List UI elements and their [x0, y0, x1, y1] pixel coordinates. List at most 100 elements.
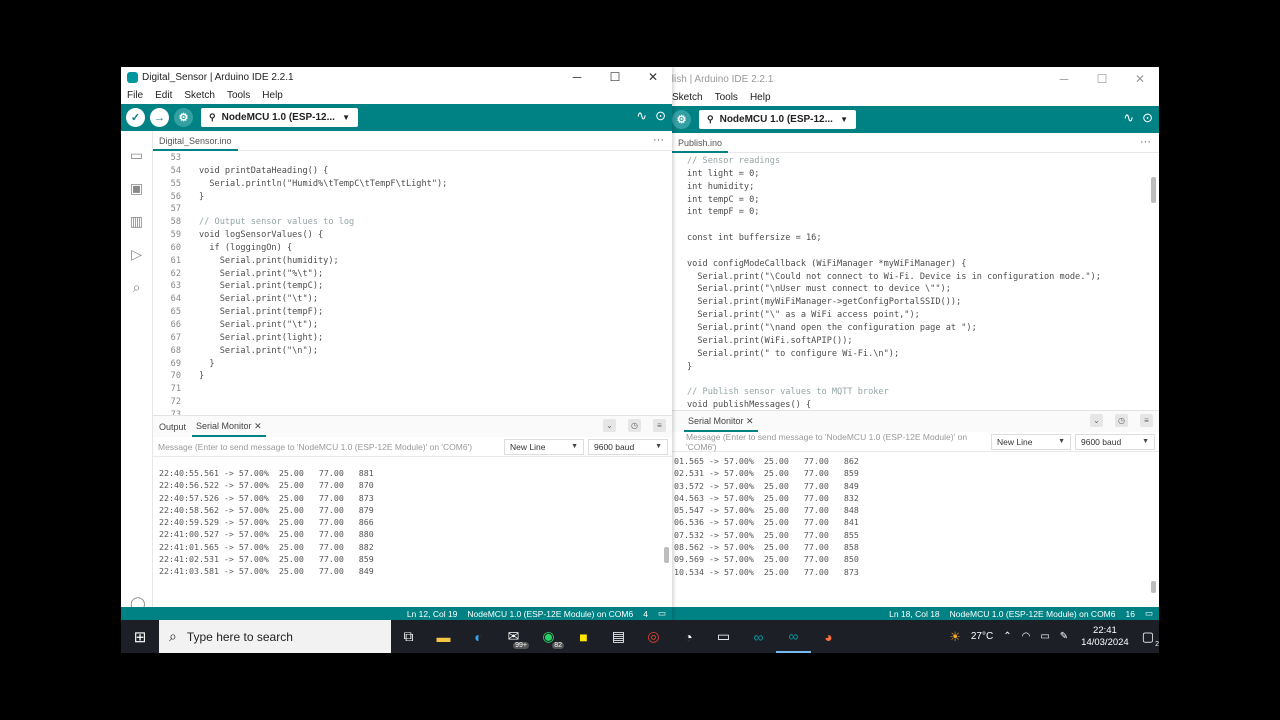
library-manager-icon[interactable]: ▥: [121, 213, 152, 230]
serial-monitor-tab[interactable]: Serial Monitor ✕: [684, 412, 758, 432]
code-line: 61 Serial.print(humidity);: [153, 255, 672, 268]
scrollbar[interactable]: [1151, 177, 1156, 203]
code-editor[interactable]: 53 54 void printDataHeading() {55 Serial.p…: [153, 151, 672, 415]
code-text: void printDataHeading() {: [199, 165, 329, 176]
board-status: NodeMCU 1.0 (ESP-12E Module) on COM6: [467, 608, 634, 619]
maximize-icon[interactable]: ☐: [1083, 69, 1121, 89]
battery-icon[interactable]: ▭: [1040, 631, 1049, 642]
usb-icon: ⚲: [209, 112, 216, 122]
debug-sidebar-icon[interactable]: ▷: [121, 246, 152, 263]
code-line: 63 Serial.print(tempC);: [153, 280, 672, 293]
line-number: 70: [170, 371, 181, 382]
panel-toggle-icon[interactable]: ▭: [658, 608, 666, 619]
minimize-icon[interactable]: ─: [1045, 69, 1083, 89]
clear-output-icon[interactable]: ≡: [1140, 414, 1153, 427]
code-line: Serial.print("\Could not connect to Wi-F…: [687, 271, 1101, 282]
output-tab[interactable]: Output: [159, 422, 186, 432]
autoscroll-icon[interactable]: ⌄: [603, 419, 616, 432]
menu-help[interactable]: Help: [262, 90, 283, 101]
weather-temp[interactable]: 27°C: [971, 631, 993, 642]
notification-icon[interactable]: ▢ 2: [1142, 629, 1159, 648]
more-icon[interactable]: ···: [653, 131, 664, 149]
code-text: Serial.print(tempF);: [199, 307, 324, 318]
close-icon[interactable]: ✕: [1121, 69, 1159, 89]
file-tab[interactable]: Digital_Sensor.ino: [153, 131, 238, 151]
timestamp-icon[interactable]: ◷: [1115, 414, 1128, 427]
line-ending-select[interactable]: New Line ▼: [504, 438, 584, 455]
more-icon[interactable]: ···: [1140, 133, 1151, 151]
baud-select[interactable]: 9600 baud ▼: [588, 438, 668, 455]
boards-manager-icon[interactable]: ▣: [121, 180, 152, 197]
terminal-icon[interactable]: ▭: [706, 620, 741, 653]
menu-tools[interactable]: Tools: [227, 90, 250, 101]
whatsapp-icon[interactable]: ◉ 82: [531, 620, 566, 653]
menu-file[interactable]: File: [127, 90, 143, 101]
code-text: Serial.print("\n");: [199, 345, 318, 356]
upload-icon[interactable]: →: [150, 108, 169, 127]
board-selector[interactable]: ⚲ NodeMCU 1.0 (ESP-12... ▼: [201, 108, 358, 127]
taskbar-search[interactable]: ⌕ Type here to search: [159, 620, 391, 653]
message-input[interactable]: Message (Enter to send message to 'NodeM…: [672, 432, 991, 452]
verify-icon[interactable]: ✓: [126, 108, 145, 127]
chrome-icon[interactable]: ◎: [636, 620, 671, 653]
scrollbar[interactable]: [664, 547, 669, 563]
line-ending-select[interactable]: New Line ▼: [991, 433, 1071, 450]
arduino-taskbar-icon[interactable]: ∞: [776, 620, 811, 653]
clock[interactable]: 22:41 14/03/2024: [1081, 625, 1129, 649]
panel-icons: ⌄ ◷ ≡: [597, 419, 666, 432]
file-tab[interactable]: Publish.ino: [672, 133, 729, 153]
serial-monitor-tab[interactable]: Serial Monitor ✕: [192, 417, 266, 437]
sticky-notes-icon[interactable]: ■: [566, 620, 601, 653]
menu-sketch[interactable]: Sketch: [672, 92, 703, 103]
board-selector[interactable]: ⚲ NodeMCU 1.0 (ESP-12... ▼: [699, 110, 856, 129]
notification-count[interactable]: 4: [643, 609, 648, 619]
chevron-up-icon[interactable]: ⌃: [1003, 631, 1011, 642]
app-icon[interactable]: ▤: [601, 620, 636, 653]
timestamp-icon[interactable]: ◷: [628, 419, 641, 432]
autoscroll-icon[interactable]: ⌄: [1090, 414, 1103, 427]
task-view-icon[interactable]: ⧉: [391, 620, 426, 653]
code-line: int tempF = 0;: [687, 207, 760, 218]
message-row: Message (Enter to send message to 'NodeM…: [153, 437, 672, 457]
panel-toggle-icon[interactable]: ▭: [1145, 608, 1153, 619]
message-input[interactable]: Message (Enter to send message to 'NodeM…: [153, 442, 504, 452]
serial-plotter-icon[interactable]: ∿: [636, 108, 647, 124]
code-editor[interactable]: // Sensor readings int light = 0; int humi…: [672, 153, 1159, 410]
file-explorer-icon[interactable]: ▬: [426, 620, 461, 653]
sidebar: ▭ ▣ ▥ ▷ ⌕ ◯: [121, 131, 153, 620]
app-icon[interactable]: ◔: [671, 620, 706, 653]
maximize-icon[interactable]: ☐: [596, 67, 634, 87]
title-bar[interactable]: Publish | Arduino IDE 2.2.1 ─ ☐ ✕: [672, 69, 1159, 89]
serial-plotter-icon[interactable]: ∿: [1123, 110, 1134, 126]
menu-edit[interactable]: Edit: [155, 90, 172, 101]
windows-start-icon[interactable]: ⊞: [121, 628, 159, 646]
pen-icon[interactable]: ✎: [1060, 631, 1068, 642]
serial-monitor-icon[interactable]: ⊙: [1142, 110, 1153, 126]
edge-icon[interactable]: ◐: [461, 620, 496, 653]
serial-line: 01.565 -> 57.00% 25.00 77.00 862: [674, 456, 859, 466]
close-tab-icon[interactable]: ✕: [254, 421, 262, 431]
menu-tools[interactable]: Tools: [715, 92, 738, 103]
code-line: // Publish sensor values to MQTT broker: [687, 387, 889, 398]
debug-icon[interactable]: ⚙: [174, 108, 193, 127]
menu-sketch[interactable]: Sketch: [184, 90, 215, 101]
baud-select[interactable]: 9600 baud ▼: [1075, 433, 1155, 450]
mail-icon[interactable]: ✉ 99+: [496, 620, 531, 653]
folder-icon[interactable]: ▭: [121, 147, 152, 164]
search-icon[interactable]: ⌕: [121, 279, 152, 296]
chevron-down-icon: ▼: [840, 115, 848, 124]
debug-icon[interactable]: ⚙: [672, 110, 691, 129]
title-bar[interactable]: Digital_Sensor | Arduino IDE 2.2.1 ─ ☐ ✕: [121, 67, 672, 87]
clear-output-icon[interactable]: ≡: [653, 419, 666, 432]
firefox-icon[interactable]: ◕: [811, 620, 846, 653]
minimize-icon[interactable]: ─: [558, 67, 596, 87]
arduino-taskbar-icon[interactable]: ∞: [741, 620, 776, 653]
notification-count[interactable]: 16: [1126, 609, 1135, 619]
scrollbar[interactable]: [1151, 581, 1156, 593]
menu-help[interactable]: Help: [750, 92, 771, 103]
close-tab-icon[interactable]: ✕: [746, 416, 754, 426]
serial-monitor-icon[interactable]: ⊙: [655, 108, 666, 124]
serial-monitor-tab-label: Serial Monitor: [196, 420, 252, 431]
wifi-icon[interactable]: ◠: [1022, 631, 1031, 642]
close-icon[interactable]: ✕: [634, 67, 672, 87]
